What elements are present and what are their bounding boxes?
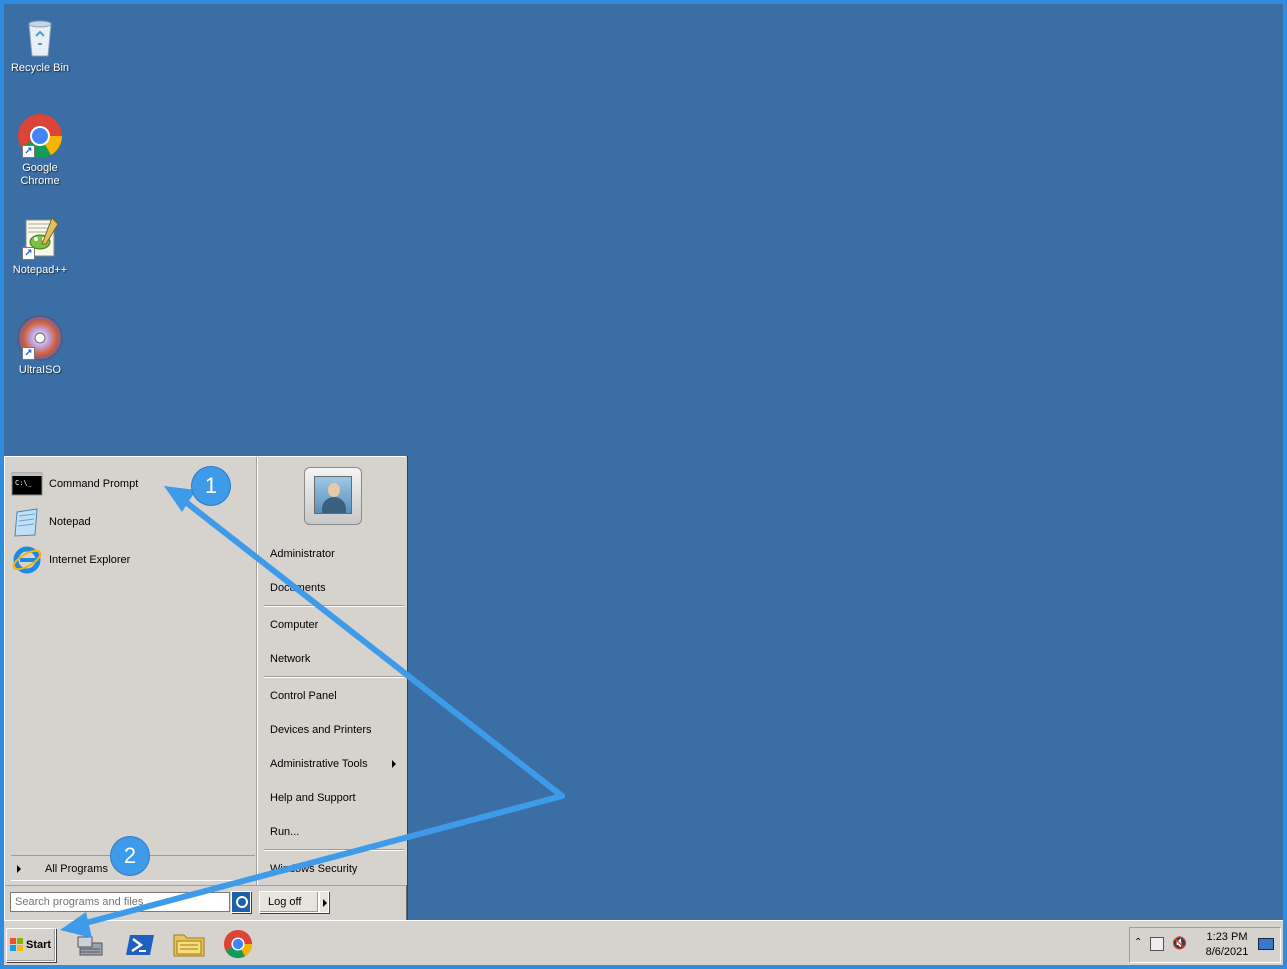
system-tray: ⌃ 🔇 1:23 PM 8/6/2021 [1129, 927, 1281, 963]
start-menu-left-pane: C:\_ Command Prompt Notepad Internet Exp… [5, 457, 257, 885]
ie-icon [11, 544, 43, 576]
user-picture[interactable] [304, 467, 362, 525]
menu-item-label: Internet Explorer [49, 554, 131, 566]
file-explorer-icon[interactable] [172, 929, 205, 959]
start-menu: C:\_ Command Prompt Notepad Internet Exp… [4, 456, 407, 921]
menu-item-internet-explorer[interactable]: Internet Explorer [11, 541, 253, 579]
all-programs-label: All Programs [45, 862, 108, 875]
desktop-icon-label: Notepad++ [12, 264, 68, 276]
log-off-button[interactable]: Log off [259, 891, 319, 913]
search-icon[interactable] [231, 891, 251, 913]
menu-item-help-support[interactable]: Help and Support [270, 789, 402, 807]
menu-item-administrative-tools[interactable]: Administrative Tools [270, 755, 402, 773]
chrome-icon: ↗ [16, 112, 64, 160]
desktop-icon-ultraiso[interactable]: ↗ UltraISO [6, 314, 74, 377]
cmd-icon: C:\_ [11, 468, 43, 500]
user-avatar-icon [314, 476, 352, 514]
start-label: Start [26, 939, 52, 951]
network-icon[interactable] [1150, 937, 1164, 951]
menu-item-label: Notepad [49, 516, 91, 528]
menu-item-computer[interactable]: Computer [270, 616, 402, 634]
taskbar: Start ⌃ 🔇 1:23 PM 8/6/2021 [4, 920, 1283, 965]
desktop-icon-label: Recycle Bin [10, 62, 70, 74]
volume-muted-icon[interactable]: 🔇 [1172, 936, 1187, 950]
desktop-icon-label: UltraISO [18, 364, 62, 376]
menu-item-network[interactable]: Network [270, 650, 402, 668]
desktop-icon-notepadpp[interactable]: ↗ Notepad++ [6, 214, 74, 277]
show-desktop-icon[interactable] [1258, 938, 1274, 950]
desktop-icon-label: Google Chrome [20, 162, 60, 187]
search-input[interactable] [10, 892, 230, 912]
chrome-icon[interactable] [222, 929, 254, 959]
step-badge-1: 1 [192, 467, 230, 505]
menu-item-label: Command Prompt [49, 478, 139, 490]
powershell-icon[interactable] [124, 929, 156, 959]
chevron-right-icon [17, 864, 21, 873]
menu-item-run[interactable]: Run... [270, 823, 402, 841]
start-menu-bottom-bar: Log off [5, 885, 406, 921]
desktop-icon-chrome[interactable]: ↗ Google Chrome [6, 112, 74, 188]
server-manager-icon[interactable] [74, 929, 106, 959]
clock-date: 8/6/2021 [1205, 946, 1249, 958]
menu-item-administrator[interactable]: Administrator [270, 545, 402, 563]
notepad-icon [11, 506, 43, 538]
submenu-arrow-icon [392, 760, 396, 768]
desktop-icon-recycle-bin[interactable]: Recycle Bin [6, 12, 74, 75]
menu-item-windows-security[interactable]: Windows Security [270, 860, 402, 878]
step-badge-2: 2 [111, 837, 149, 875]
menu-item-control-panel[interactable]: Control Panel [270, 687, 402, 705]
clock[interactable]: 1:23 PM 8/6/2021 [1202, 930, 1252, 960]
clock-time: 1:23 PM [1206, 931, 1248, 943]
menu-item-label: Administrative Tools [270, 758, 368, 770]
separator [264, 605, 404, 607]
menu-item-notepad[interactable]: Notepad [11, 503, 253, 541]
recycle-bin-icon [16, 12, 64, 60]
separator [264, 849, 404, 851]
menu-item-documents[interactable]: Documents [270, 579, 402, 597]
menu-item-devices-printers[interactable]: Devices and Printers [270, 721, 402, 739]
shutdown-options-arrow[interactable] [319, 891, 329, 913]
notepadpp-icon: ↗ [16, 214, 64, 262]
ultraiso-icon: ↗ [16, 314, 64, 362]
start-button[interactable]: Start [6, 928, 56, 962]
svg-text:C:\_: C:\_ [15, 479, 33, 487]
show-hidden-icons-icon[interactable]: ⌃ [1134, 937, 1142, 948]
separator [264, 676, 404, 678]
start-menu-right-pane: Administrator Documents Computer Network… [257, 457, 407, 885]
windows-flag-icon [10, 938, 24, 952]
